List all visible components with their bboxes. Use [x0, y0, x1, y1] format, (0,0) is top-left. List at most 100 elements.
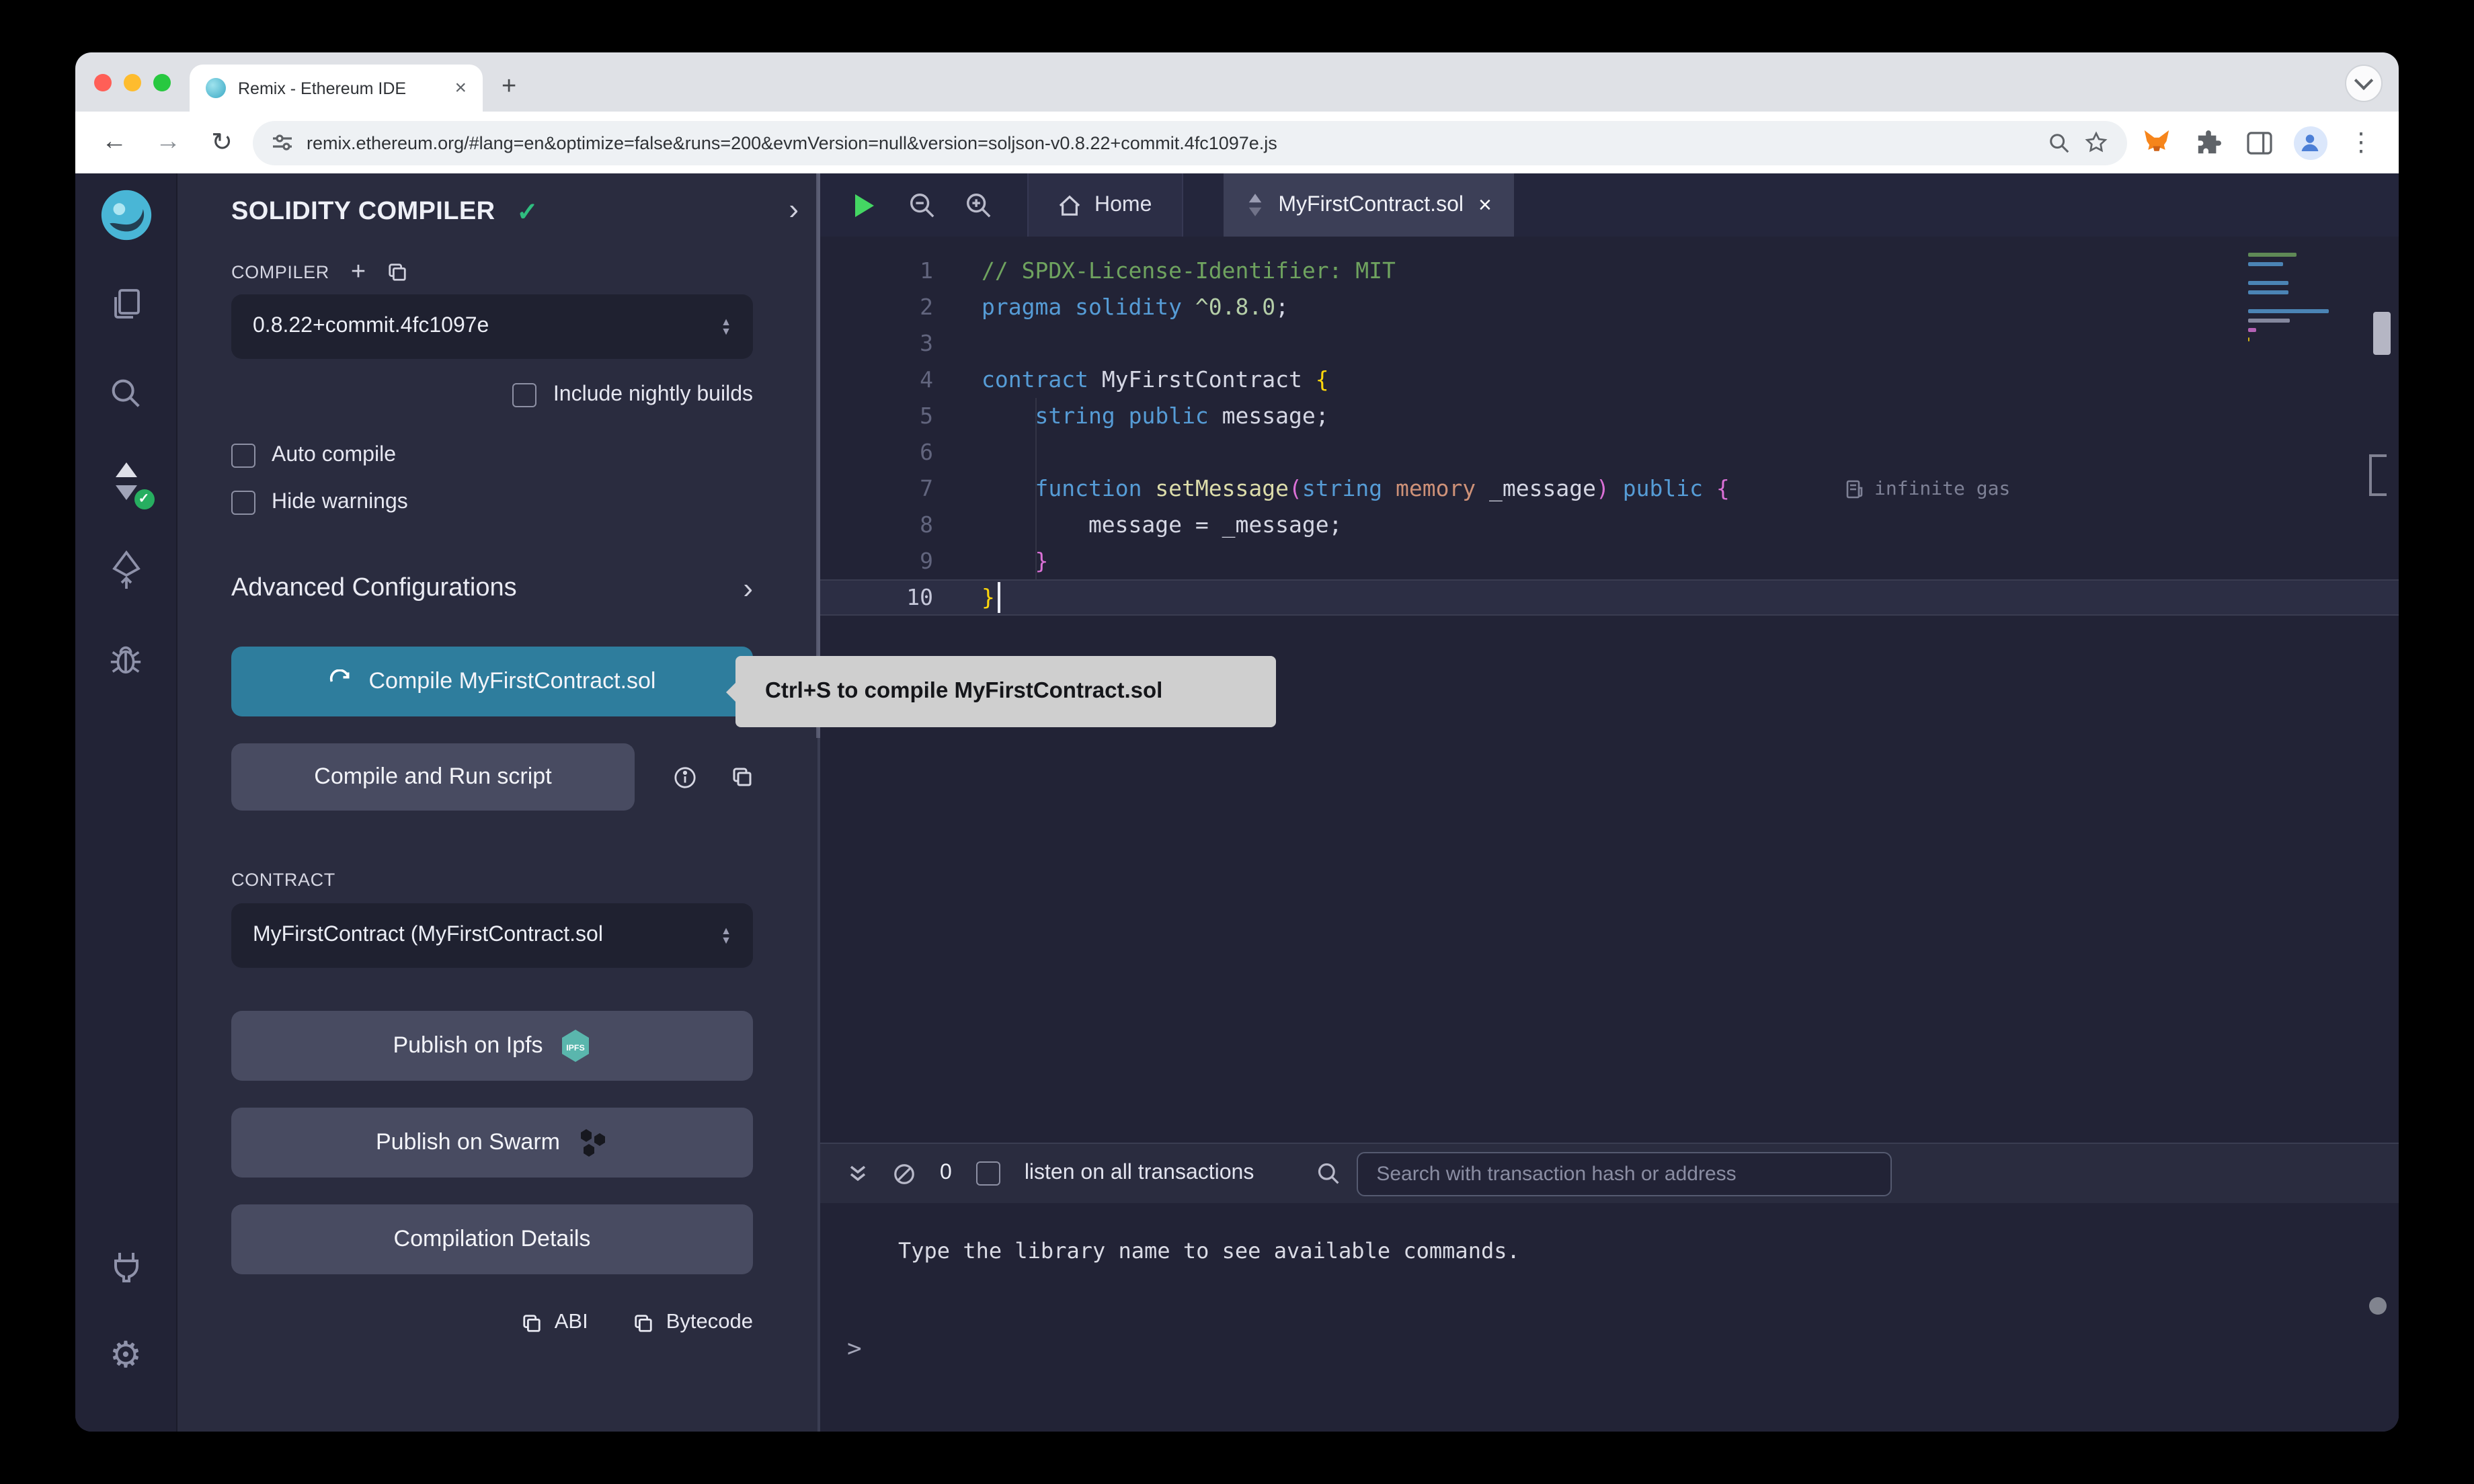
terminal-search-icon — [1316, 1161, 1340, 1186]
compilation-details-label: Compilation Details — [394, 1226, 591, 1253]
listen-transactions-label: listen on all transactions — [1025, 1161, 1254, 1186]
terminal-collapse-icon[interactable] — [847, 1163, 869, 1184]
publish-ipfs-button[interactable]: Publish on Ipfs IPFS — [231, 1011, 753, 1081]
compiled-check-icon: ✓ — [516, 197, 538, 228]
debugger-icon[interactable] — [95, 628, 157, 690]
refresh-icon — [329, 669, 353, 694]
advanced-configurations[interactable]: Advanced Configurations › — [231, 571, 753, 606]
line-number: 6 — [820, 434, 933, 470]
tab-file-close-icon[interactable]: × — [1478, 192, 1492, 218]
window-close-button[interactable] — [94, 73, 112, 91]
panel-header: SOLIDITY COMPILER ✓ — [231, 192, 753, 233]
ipfs-badge-icon: IPFS — [559, 1028, 592, 1063]
browser-tabstrip: Remix - Ethereum IDE × + — [75, 52, 2399, 112]
compiler-version-select[interactable]: 0.8.22+commit.4fc1097e ▲▼ — [231, 294, 753, 359]
code-line: 7 function setMessage(string memory _mes… — [820, 470, 2399, 507]
zoom-out-icon[interactable] — [893, 173, 949, 237]
listen-transactions-checkbox[interactable] — [976, 1161, 1000, 1186]
auto-compile-label: Auto compile — [272, 444, 396, 468]
code-text: pragma solidity ^0.8.0; — [982, 289, 1289, 325]
contract-select-value: MyFirstContract (MyFirstContract.sol — [253, 923, 603, 948]
terminal-search-input[interactable] — [1356, 1151, 1891, 1196]
editor-scrollbar-thumb[interactable] — [2373, 312, 2391, 355]
side-panel-icon[interactable] — [2237, 121, 2280, 164]
run-script-play-icon[interactable] — [836, 173, 893, 237]
plugin-manager-icon[interactable] — [95, 1235, 157, 1297]
add-compiler-icon[interactable]: + — [351, 263, 366, 282]
code-text: // SPDX-License-Identifier: MIT — [982, 253, 1396, 289]
minimap-line — [2248, 290, 2288, 294]
search-icon[interactable] — [95, 362, 157, 423]
reload-button[interactable]: ↻ — [199, 120, 245, 165]
zoom-icon[interactable] — [2048, 131, 2071, 154]
code-text: string public message; — [982, 398, 1329, 434]
window-minimize-button[interactable] — [124, 73, 141, 91]
code-text: contract MyFirstContract { — [982, 362, 1329, 398]
new-tab-button[interactable]: + — [502, 73, 516, 102]
minimap[interactable] — [2248, 253, 2334, 347]
minimap-line — [2248, 281, 2288, 285]
compilation-details-button[interactable]: Compilation Details — [231, 1204, 753, 1274]
solidity-compiler-panel: SOLIDITY COMPILER ✓ › COMPILER + 0.8.22+… — [177, 173, 820, 1432]
zoom-in-icon[interactable] — [949, 173, 1006, 237]
compile-and-run-button[interactable]: Compile and Run script — [231, 743, 635, 811]
copy-compiler-icon[interactable] — [387, 262, 407, 282]
copy-abi-button[interactable]: ABI — [522, 1311, 588, 1335]
publish-swarm-label: Publish on Swarm — [376, 1129, 560, 1156]
bookmark-star-icon[interactable] — [2084, 130, 2108, 155]
remix-logo-icon[interactable] — [95, 184, 157, 246]
browser-tab[interactable]: Remix - Ethereum IDE × — [190, 65, 483, 112]
terminal-search — [1316, 1151, 2372, 1196]
window-zoom-button[interactable] — [153, 73, 171, 91]
back-button[interactable]: ← — [91, 120, 137, 165]
publish-ipfs-label: Publish on Ipfs — [393, 1032, 543, 1059]
tab-home[interactable]: Home — [1027, 173, 1183, 237]
line-number: 7 — [820, 470, 933, 507]
settings-gear-icon[interactable]: ⚙ — [95, 1324, 157, 1386]
hide-warnings-checkbox[interactable] — [231, 491, 255, 515]
compile-success-badge-icon: ✓ — [134, 489, 154, 509]
line-number: 1 — [820, 253, 933, 289]
terminal-scrollbar-thumb[interactable] — [2369, 1297, 2387, 1315]
panel-expand-chevron-icon[interactable]: › — [789, 195, 799, 224]
contract-select[interactable]: MyFirstContract (MyFirstContract.sol ▲▼ — [231, 903, 753, 968]
compile-shortcut-tooltip: Ctrl+S to compile MyFirstContract.sol — [735, 656, 1276, 727]
extensions-icon[interactable] — [2186, 121, 2229, 164]
copy-icon[interactable] — [731, 766, 753, 788]
profile-icon[interactable] — [2288, 121, 2331, 164]
tab-search-button[interactable] — [2345, 65, 2383, 102]
forward-button[interactable]: → — [145, 120, 191, 165]
solidity-compiler-icon[interactable]: ✓ — [95, 450, 157, 512]
code-line: 10} — [820, 579, 2399, 616]
line-number: 8 — [820, 507, 933, 543]
remix-app: ✓ — [75, 173, 2399, 1432]
abi-bytecode-row: ABI Bytecode — [231, 1311, 753, 1359]
deploy-run-icon[interactable] — [95, 539, 157, 601]
info-icon[interactable] — [674, 766, 696, 788]
compile-button[interactable]: Compile MyFirstContract.sol — [231, 647, 753, 716]
publish-swarm-button[interactable]: Publish on Swarm — [231, 1108, 753, 1178]
clear-console-icon[interactable] — [893, 1162, 916, 1185]
address-bar[interactable]: remix.ethereum.org/#lang=en&optimize=fal… — [253, 120, 2127, 165]
code-line: 8 message = _message; — [820, 507, 2399, 543]
run-helper-icons — [674, 766, 753, 788]
transaction-count-badge: 0 — [940, 1161, 952, 1186]
copy-bytecode-button[interactable]: Bytecode — [634, 1311, 753, 1335]
menu-dots-icon[interactable]: ⋮ — [2340, 121, 2383, 164]
contract-label: CONTRACT — [231, 870, 753, 890]
line-number: 9 — [820, 543, 933, 579]
browser-window: Remix - Ethereum IDE × + ← → ↻ remix.eth… — [75, 52, 2399, 1432]
code-text: } — [982, 543, 1048, 579]
icon-rail: ✓ — [75, 173, 177, 1432]
file-explorer-icon[interactable] — [95, 273, 157, 335]
nightly-builds-checkbox[interactable] — [513, 383, 537, 407]
tab-myfirstcontract[interactable]: MyFirstContract.sol × — [1223, 173, 1514, 237]
compile-run-row: Compile and Run script — [231, 743, 753, 811]
terminal-output[interactable]: Type the library name to see available c… — [820, 1203, 2399, 1432]
minimap-line — [2248, 309, 2329, 313]
auto-compile-checkbox[interactable] — [231, 444, 255, 468]
line-number: 2 — [820, 289, 933, 325]
site-settings-icon[interactable] — [272, 132, 293, 153]
tab-close-icon[interactable]: × — [454, 77, 467, 99]
metamask-icon[interactable] — [2135, 121, 2178, 164]
